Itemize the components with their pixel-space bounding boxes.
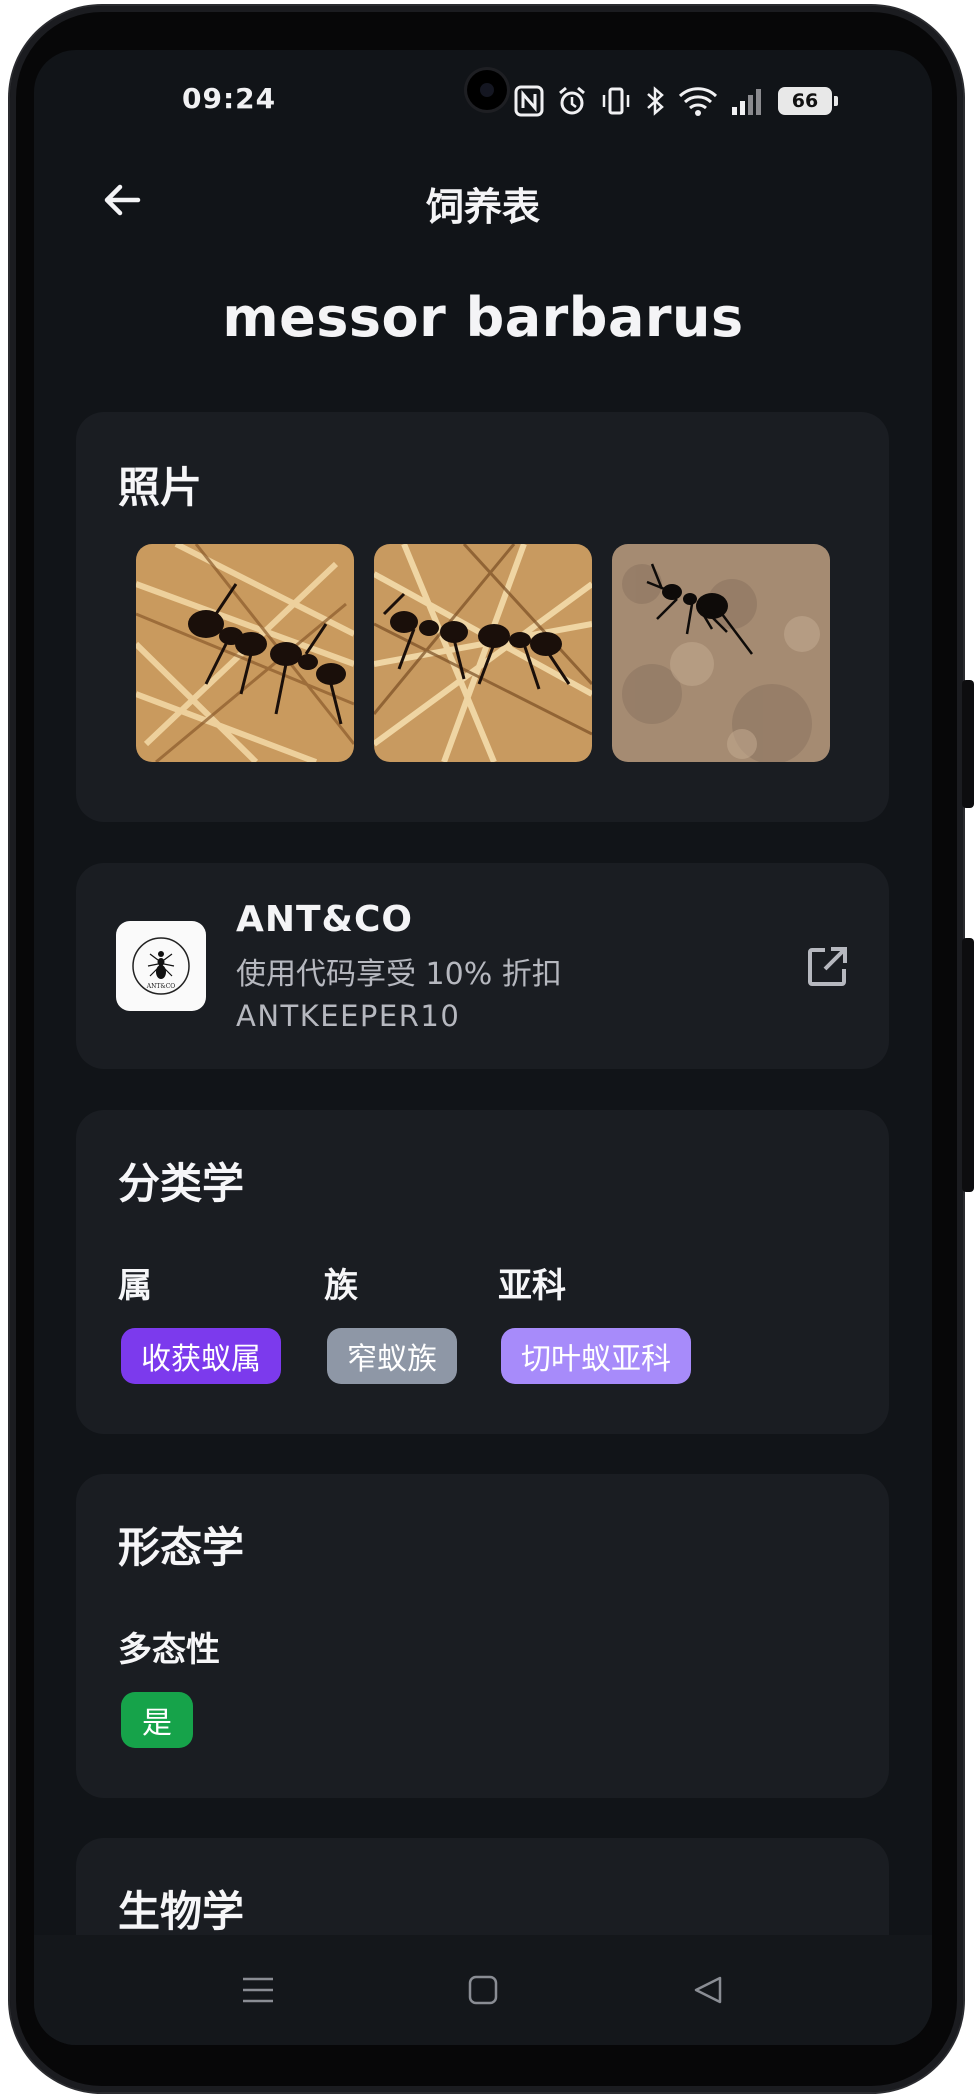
taxonomy-card: 分类学 属 收获蚁属 族 窄蚁族 亚科 切叶蚁亚科 <box>76 1110 889 1434</box>
photo-3[interactable] <box>612 544 830 762</box>
status-time: 09:24 <box>182 82 277 115</box>
morphology-title: 形态学 <box>118 1523 245 1572</box>
home-button[interactable] <box>455 1965 511 2015</box>
home-square-icon <box>468 1975 498 2005</box>
sponsor-code: ANTKEEPER10 <box>236 999 461 1033</box>
tribe-chip[interactable]: 窄蚁族 <box>327 1328 457 1384</box>
system-navigation-bar <box>34 1935 932 2045</box>
photo-1[interactable] <box>136 544 354 762</box>
nfc-icon <box>514 85 544 117</box>
photos-card: 照片 <box>76 412 889 822</box>
power-button <box>962 938 974 1192</box>
photo-2[interactable] <box>374 544 592 762</box>
back-triangle-icon <box>694 1976 722 2004</box>
open-external-button[interactable] <box>803 943 851 991</box>
sponsor-logo-text: ANT&CO <box>146 983 176 990</box>
sponsor-description: 使用代码享受 10% 折扣 <box>236 957 562 992</box>
status-icons: 66 <box>514 78 838 124</box>
sponsor-name: ANT&CO <box>236 899 413 940</box>
top-app-bar: 饲养表 <box>34 150 932 248</box>
vibrate-icon <box>600 85 632 117</box>
tribe-label: 族 <box>324 1266 358 1306</box>
menu-icon <box>243 1977 273 2003</box>
page-title: 饲养表 <box>425 185 540 229</box>
morphology-card: 形态学 多态性 是 <box>76 1474 889 1798</box>
front-camera <box>467 70 507 110</box>
subfamily-label: 亚科 <box>498 1266 566 1306</box>
taxonomy-title: 分类学 <box>118 1159 245 1208</box>
sponsor-logo: ANT&CO <box>116 921 206 1011</box>
screen: 09:24 66 饲养表 messor barbarus 照片 ANT&CO A… <box>34 50 932 2045</box>
system-back-button[interactable] <box>680 1965 736 2015</box>
photos-title: 照片 <box>118 463 203 512</box>
wifi-icon <box>678 85 718 117</box>
polymorphism-chip[interactable]: 是 <box>121 1692 193 1748</box>
battery-icon: 66 <box>778 87 838 115</box>
sponsor-card[interactable]: ANT&CO ANT&CO 使用代码享受 10% 折扣 ANTKEEPER10 <box>76 863 889 1069</box>
recents-button[interactable] <box>230 1965 286 2015</box>
photo-gallery <box>136 544 830 762</box>
subfamily-chip[interactable]: 切叶蚁亚科 <box>501 1328 691 1384</box>
genus-chip[interactable]: 收获蚁属 <box>121 1328 281 1384</box>
species-name: messor barbarus <box>222 286 744 349</box>
polymorphism-label: 多态性 <box>118 1630 220 1670</box>
open-external-icon <box>808 947 847 986</box>
alarm-icon <box>556 85 588 117</box>
signal-icon <box>730 85 766 117</box>
bluetooth-icon <box>644 85 666 117</box>
status-bar: 09:24 66 <box>34 50 932 150</box>
volume-button <box>962 680 974 808</box>
biology-title: 生物学 <box>118 1887 245 1936</box>
genus-label: 属 <box>118 1266 152 1306</box>
